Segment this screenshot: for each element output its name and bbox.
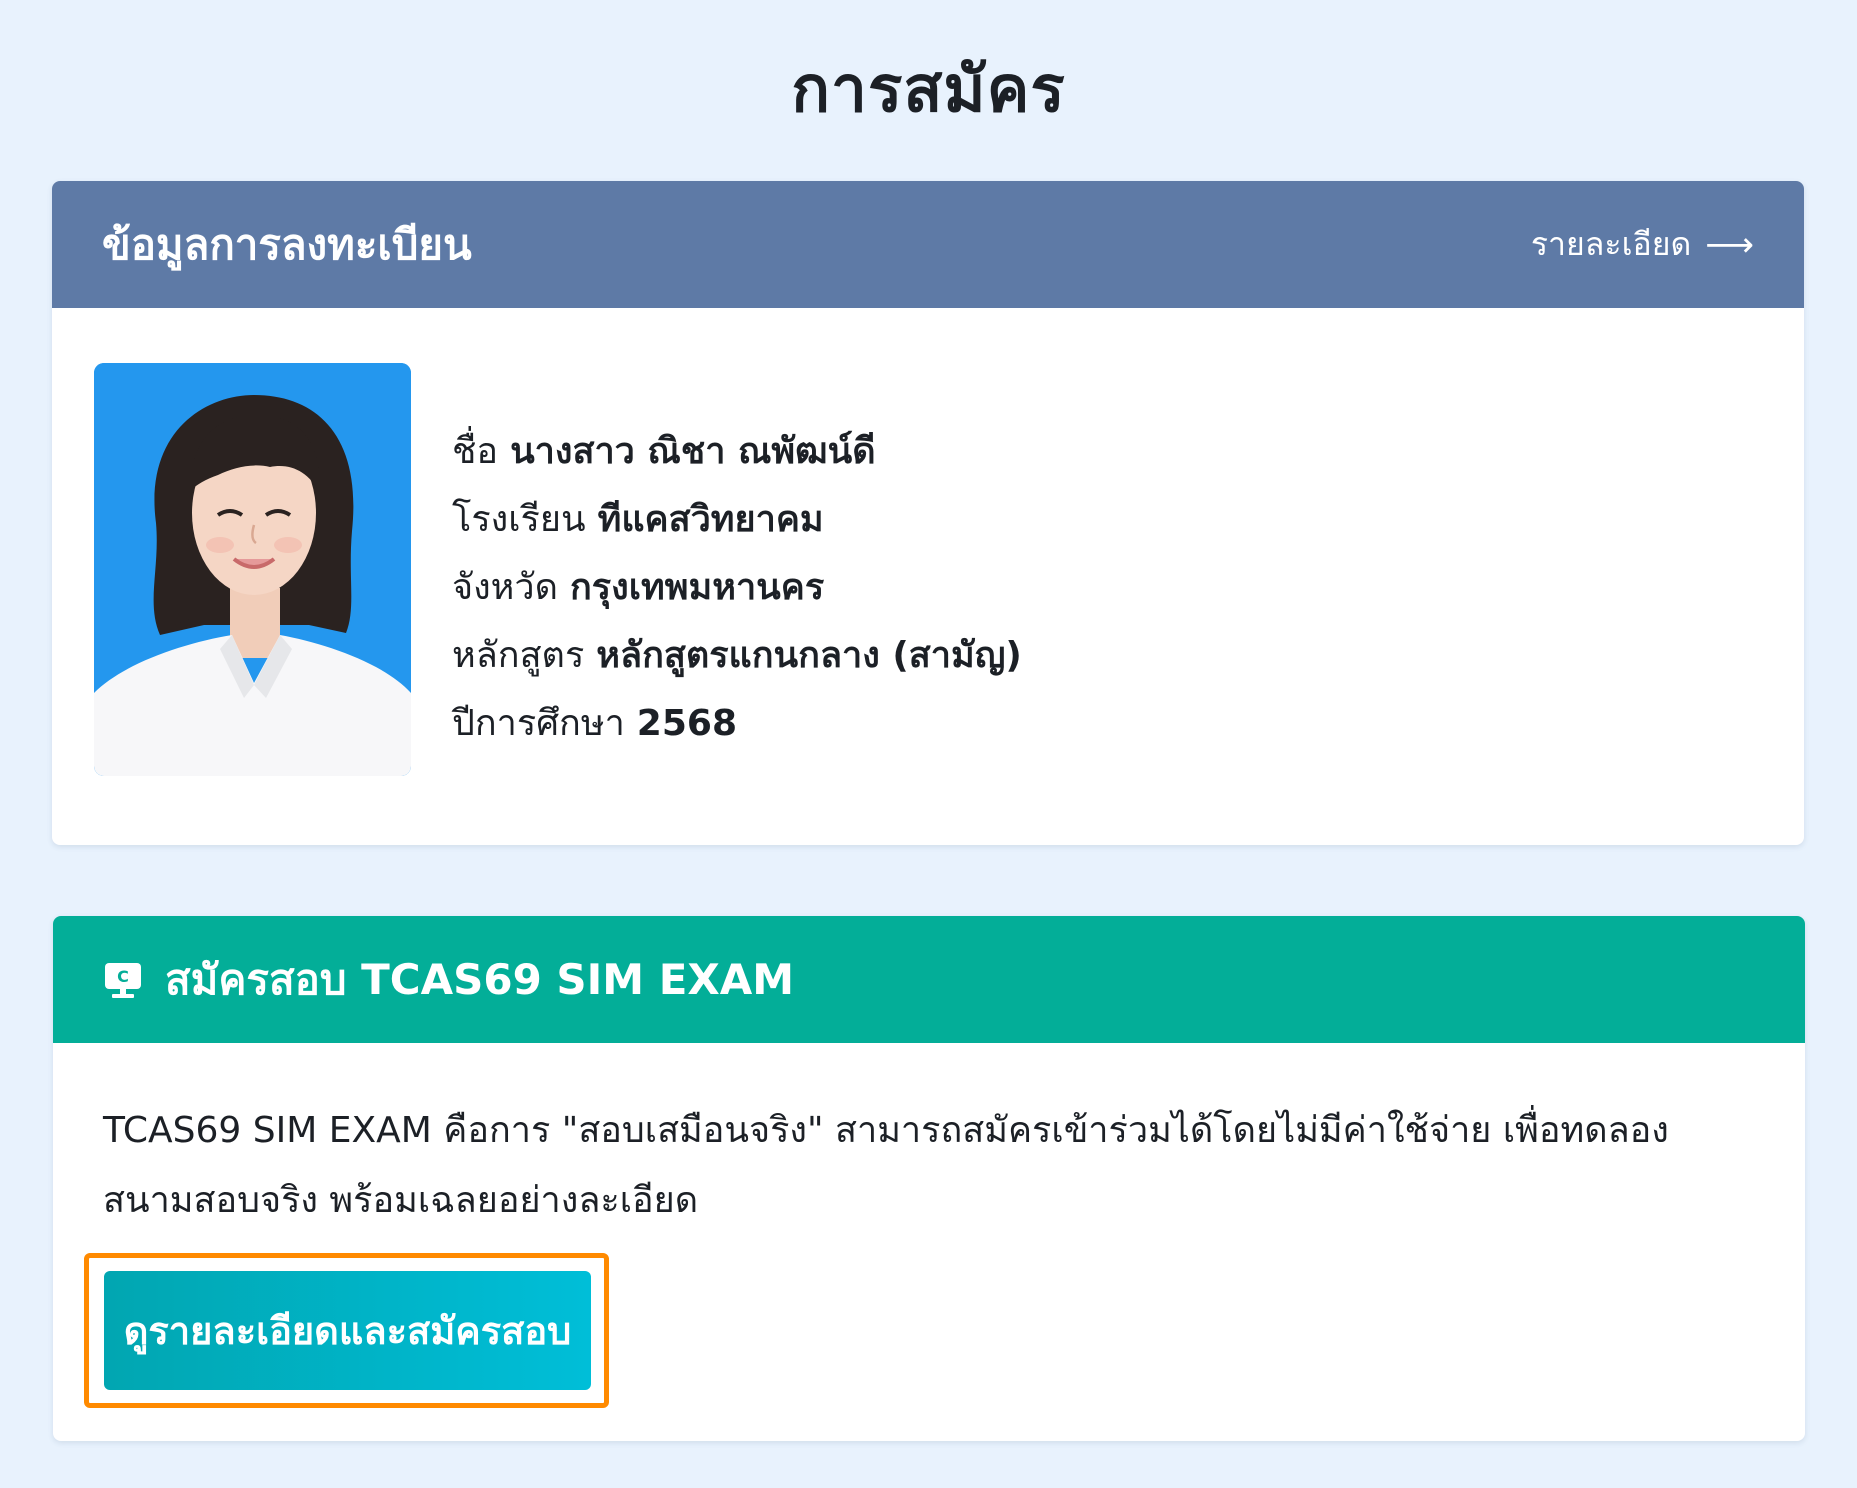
info-label: ชื่อ — [452, 431, 499, 472]
svg-text:C: C — [117, 967, 129, 986]
arrow-right-icon: ⟶ — [1705, 224, 1754, 265]
page-title: การสมัคร — [791, 53, 1066, 127]
info-label: ปีการศึกษา — [452, 703, 625, 744]
computer-exam-icon: C — [105, 962, 141, 998]
sim-exam-title: สมัครสอบ TCAS69 SIM EXAM — [165, 954, 795, 1004]
view-details-and-apply-button[interactable]: ดูรายละเอียดและสมัครสอบ — [104, 1271, 591, 1390]
info-row-academic-year: ปีการศึกษา 2568 — [452, 690, 1022, 758]
registration-card: ข้อมูลการลงทะเบียน รายละเอียด ⟶ ชื่อ นาง… — [52, 181, 1804, 845]
student-photo-image — [94, 363, 411, 776]
application-page: การสมัคร ข้อมูลการลงทะเบียน รายละเอียด ⟶ — [0, 0, 1857, 1488]
registration-details-link[interactable]: รายละเอียด ⟶ — [1531, 219, 1754, 270]
sim-exam-card: C สมัครสอบ TCAS69 SIM EXAM TCAS69 SIM EX… — [53, 916, 1805, 1441]
info-label: โรงเรียน — [452, 499, 586, 540]
info-row-name: ชื่อ นางสาว ณิชา ณพัฒน์ดี — [452, 418, 1022, 486]
info-row-curriculum: หลักสูตร หลักสูตรแกนกลาง (สามัญ) — [452, 622, 1022, 690]
registration-header: ข้อมูลการลงทะเบียน รายละเอียด ⟶ — [52, 181, 1804, 308]
registration-title: ข้อมูลการลงทะเบียน — [102, 219, 472, 269]
details-link-label: รายละเอียด — [1530, 225, 1692, 263]
student-photo — [94, 363, 411, 776]
info-value: ทีแคสวิทยาคม — [597, 499, 824, 540]
info-label: จังหวัด — [452, 567, 558, 608]
info-value: นางสาว ณิชา ณพัฒน์ดี — [510, 431, 876, 472]
registration-info: ชื่อ นางสาว ณิชา ณพัฒน์ดี โรงเรียน ทีแคสวิ… — [452, 418, 1022, 758]
info-value: 2568 — [636, 703, 737, 744]
sim-exam-description: TCAS69 SIM EXAM คือการ "สอบเสมือนจริง" ส… — [103, 1110, 1669, 1221]
info-label: หลักสูตร — [452, 635, 585, 676]
info-row-province: จังหวัด กรุงเทพมหานคร — [452, 554, 1022, 622]
info-row-school: โรงเรียน ทีแคสวิทยาคม — [452, 486, 1022, 554]
sim-exam-header: C สมัครสอบ TCAS69 SIM EXAM — [53, 916, 1805, 1043]
info-value: กรุงเทพมหานคร — [570, 567, 825, 608]
info-value: หลักสูตรแกนกลาง (สามัญ) — [596, 635, 1022, 676]
